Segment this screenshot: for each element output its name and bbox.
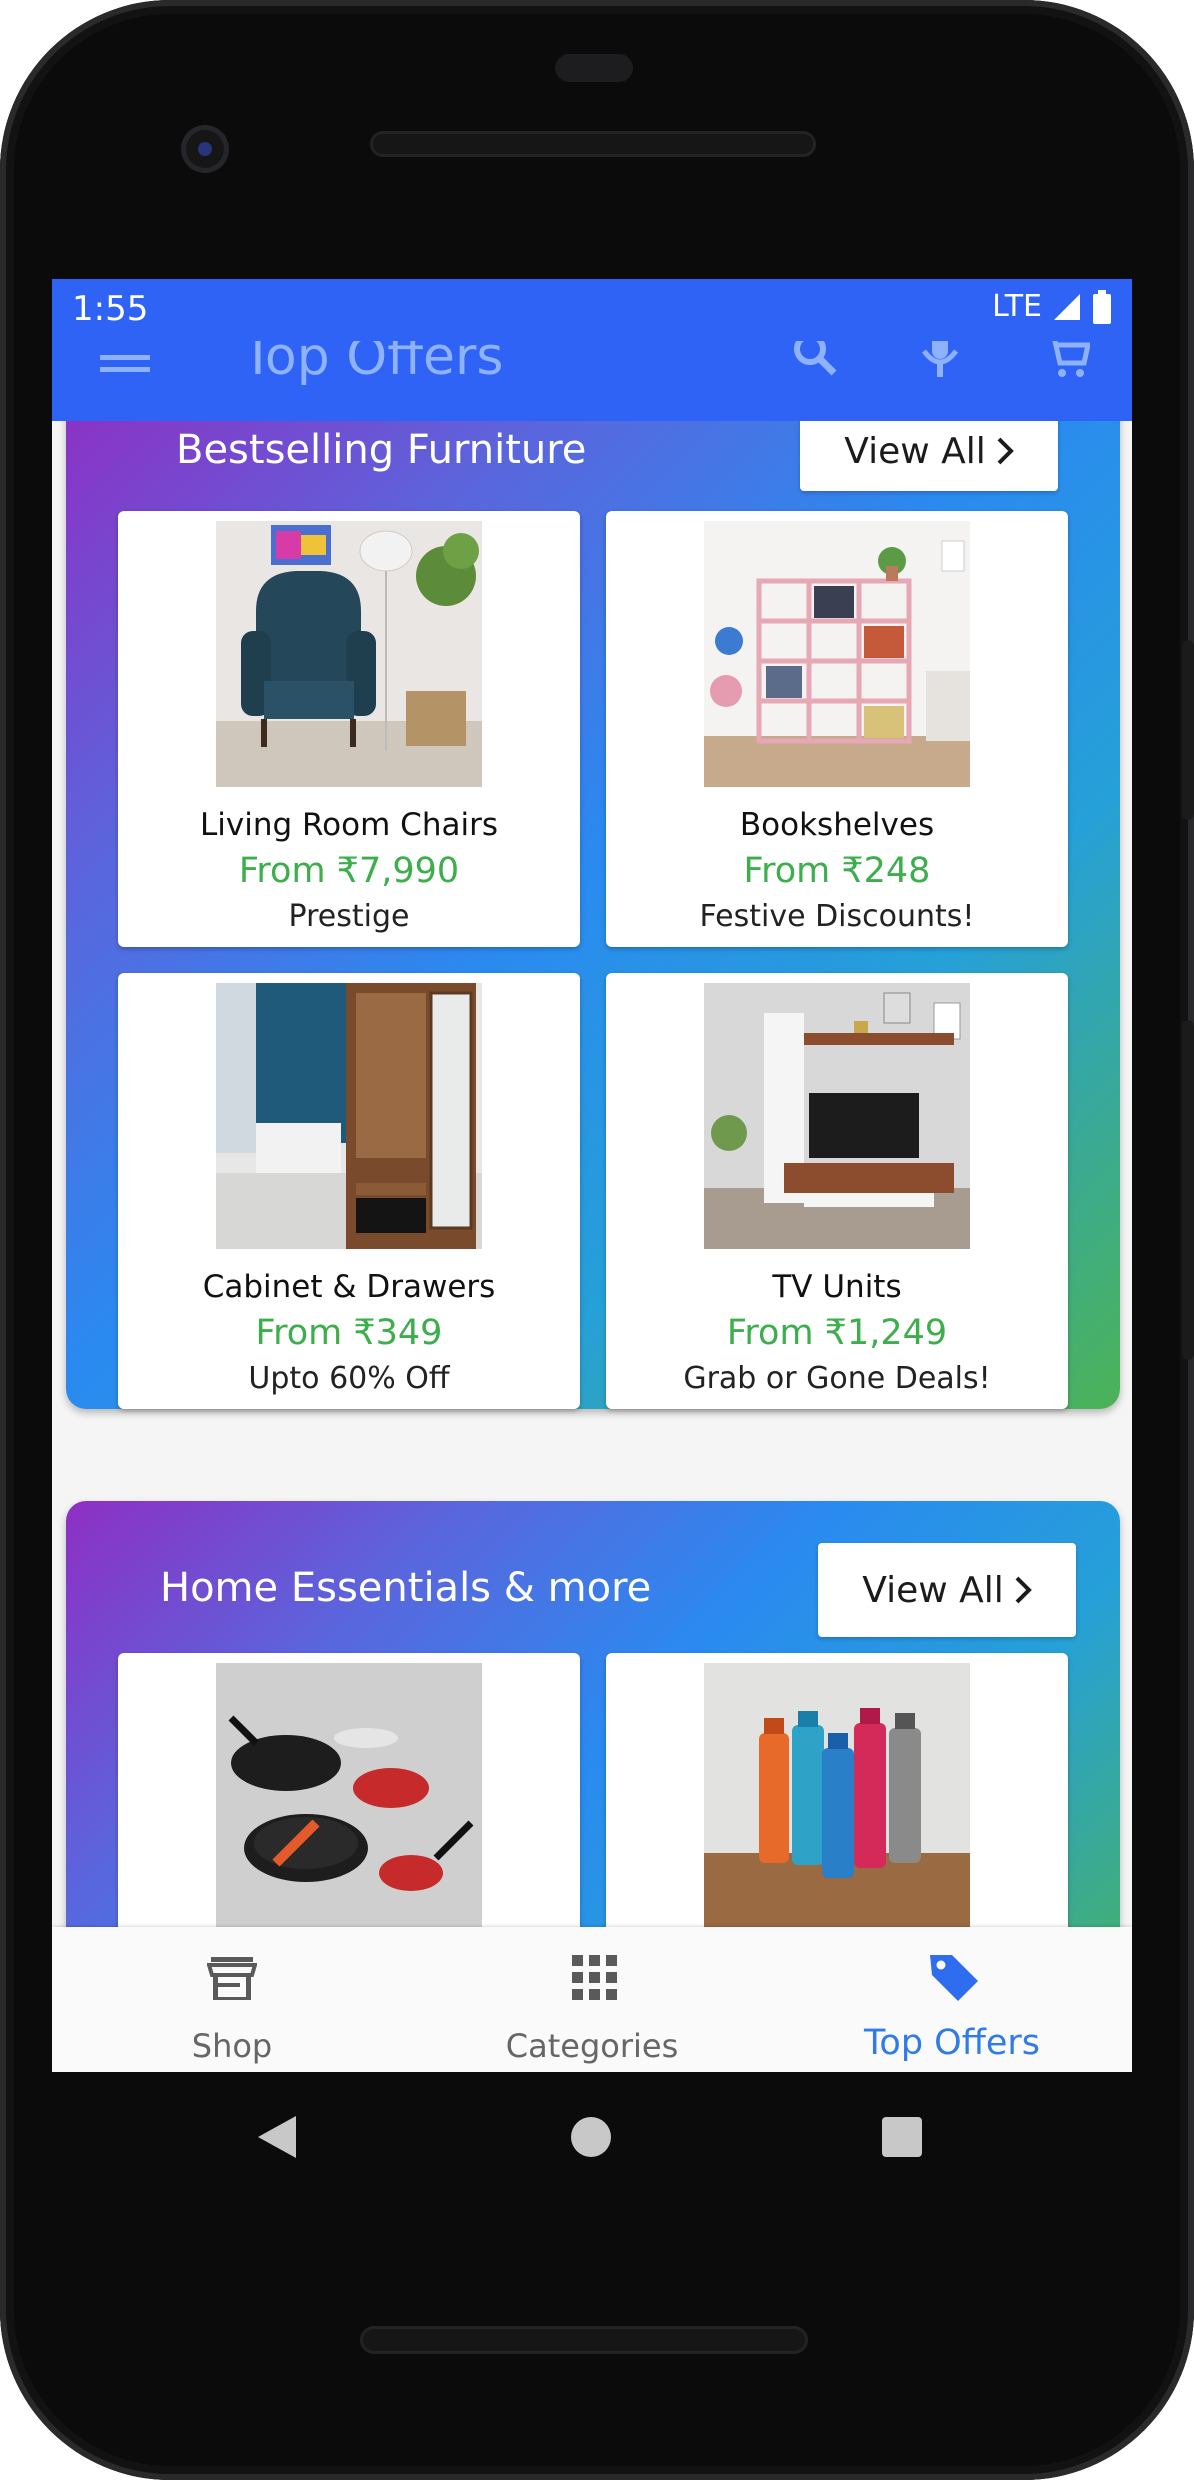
bottom-navigation: Shop Categories Top Offers: [52, 1927, 1132, 2072]
product-image-bookshelf: [704, 521, 970, 787]
product-name: Cabinet & Drawers: [202, 1269, 496, 1305]
product-subtitle: Upto 60% Off: [248, 1361, 450, 1396]
product-price: From ₹1,249: [726, 1313, 948, 1353]
product-name: TV Units: [772, 1269, 902, 1305]
chevron-right-icon: [1015, 1576, 1032, 1604]
grid-icon: [572, 1955, 617, 2000]
view-all-label: View All: [844, 430, 986, 472]
top-speaker: [370, 131, 816, 157]
store-icon: [207, 1957, 257, 2000]
network-label: LTE: [992, 289, 1042, 324]
bottom-speaker: [360, 2326, 808, 2354]
product-image-chair: [216, 521, 482, 787]
section-title: Home Essentials & more: [160, 1565, 652, 1611]
product-card[interactable]: Bookshelves From ₹248 Festive Discounts!: [606, 511, 1068, 947]
section-bestselling-furniture: Bestselling Furniture View All Living Ro…: [66, 421, 1120, 1409]
home-icon[interactable]: [570, 2116, 612, 2158]
product-card[interactable]: Cabinet & Drawers From ₹349 Upto 60% Off: [118, 973, 580, 1409]
view-all-label: View All: [862, 1569, 1004, 1611]
product-image-bottles: [704, 1663, 970, 1927]
product-price: From ₹248: [743, 851, 931, 891]
view-all-button[interactable]: View All: [800, 421, 1058, 491]
power-button: [1182, 640, 1194, 820]
product-card[interactable]: Living Room Chairs From ₹7,990 Prestige: [118, 511, 580, 947]
battery-icon: [1093, 289, 1111, 324]
system-nav-bar: [0, 2072, 1194, 2202]
tab-categories[interactable]: Categories: [412, 1927, 772, 2072]
front-camera: [181, 125, 229, 173]
status-time: 1:55: [72, 289, 149, 329]
section-home-essentials: Home Essentials & more View All: [66, 1501, 1120, 1927]
tab-categories-label: Categories: [505, 2027, 679, 2065]
product-card[interactable]: [606, 1653, 1068, 1927]
phone-frame: 1:55 LTE Top Offers Bestselling Furnitur…: [0, 0, 1194, 2480]
search-icon[interactable]: [790, 341, 840, 383]
cart-icon[interactable]: [1044, 341, 1090, 383]
view-all-button[interactable]: View All: [818, 1543, 1076, 1637]
recents-icon[interactable]: [882, 2117, 922, 2157]
product-subtitle: Prestige: [288, 899, 410, 934]
tab-top-offers-label: Top Offers: [863, 2023, 1040, 2063]
product-image-cabinet: [216, 983, 482, 1249]
product-subtitle: Festive Discounts!: [699, 899, 975, 934]
menu-icon[interactable]: [100, 349, 150, 389]
product-price: From ₹7,990: [238, 851, 460, 891]
tab-top-offers[interactable]: Top Offers: [772, 1927, 1132, 2072]
app-bar: Top Offers: [52, 341, 1132, 421]
product-subtitle: Grab or Gone Deals!: [683, 1361, 991, 1396]
product-card[interactable]: [118, 1653, 580, 1927]
back-icon[interactable]: [256, 2114, 298, 2160]
tab-shop[interactable]: Shop: [52, 1927, 412, 2072]
screen: 1:55 LTE Top Offers Bestselling Furnitur…: [52, 279, 1132, 2072]
status-icons: LTE: [992, 289, 1112, 324]
page-title: Top Offers: [242, 341, 504, 387]
volume-button: [1182, 1020, 1194, 1360]
product-image-cookware: [216, 1663, 482, 1927]
signal-icon: [1054, 293, 1080, 320]
offers-content[interactable]: Bestselling Furniture View All Living Ro…: [52, 421, 1132, 1927]
product-name: Bookshelves: [739, 807, 935, 843]
product-price: From ₹349: [255, 1313, 443, 1353]
section-title: Bestselling Furniture: [176, 427, 587, 473]
product-image-tv-unit: [704, 983, 970, 1249]
product-card[interactable]: TV Units From ₹1,249 Grab or Gone Deals!: [606, 973, 1068, 1409]
status-bar: 1:55 LTE: [52, 279, 1132, 341]
mic-icon[interactable]: [920, 341, 960, 383]
earpiece: [555, 54, 633, 82]
tag-icon: [930, 1955, 978, 2001]
product-name: Living Room Chairs: [200, 807, 498, 843]
chevron-right-icon: [997, 437, 1014, 465]
tab-shop-label: Shop: [191, 2027, 273, 2065]
